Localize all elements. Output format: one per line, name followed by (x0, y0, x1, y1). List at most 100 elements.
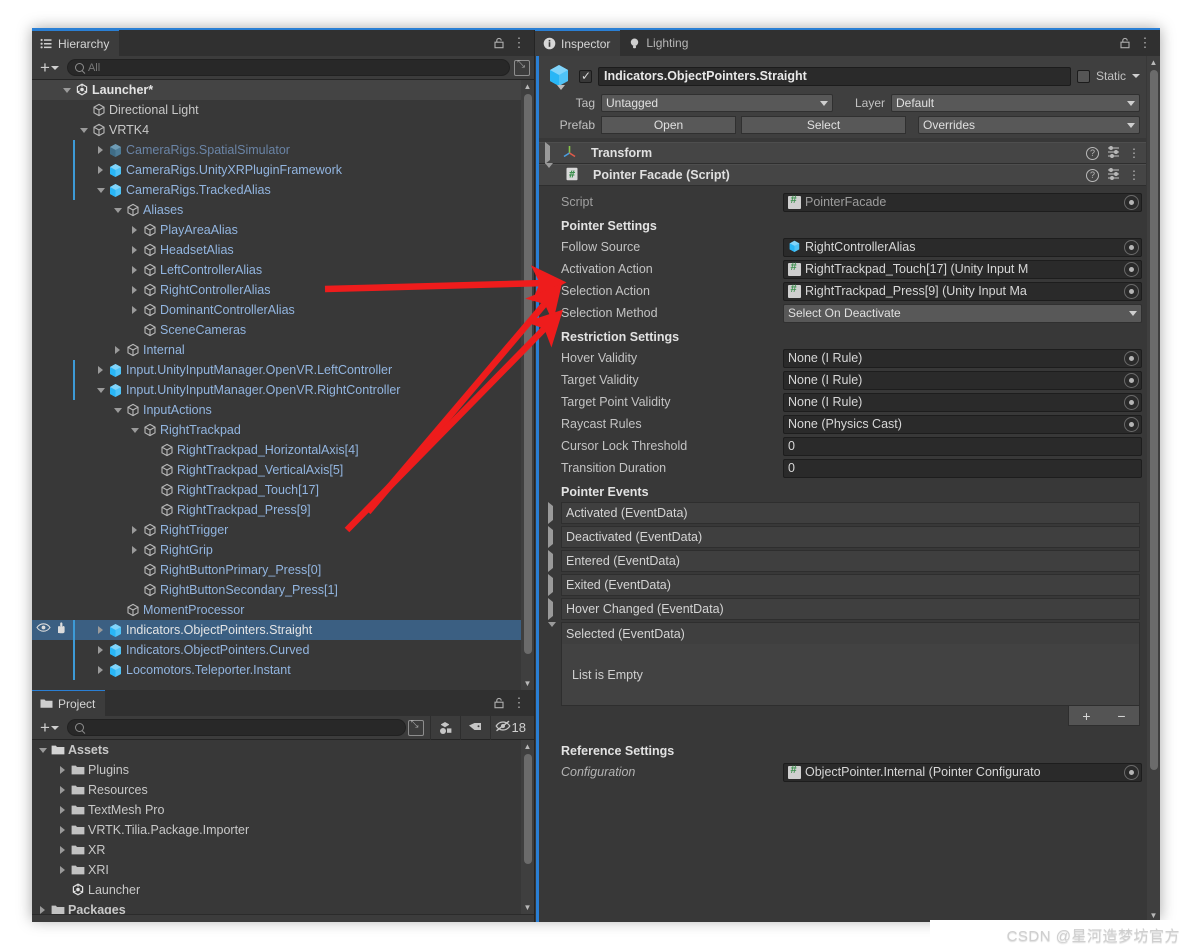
target-point-validity-objectfield[interactable]: None (I Rule) (783, 392, 1142, 412)
hierarchy-item-righttrigger[interactable]: RightTrigger (32, 520, 534, 540)
tree-twisty[interactable] (94, 187, 107, 193)
project-item-xr[interactable]: XR (32, 840, 534, 860)
tree-twisty[interactable] (94, 666, 107, 674)
event-foldout-exited-eventdata[interactable]: Exited (EventData) (548, 574, 1140, 596)
tab-lighting[interactable]: Lighting (620, 30, 698, 56)
hierarchy-item-input-unityinputmanager-openvr-leftcontroller[interactable]: Input.UnityInputManager.OpenVR.LeftContr… (32, 360, 534, 380)
hierarchy-item-vrtk4[interactable]: VRTK4 (32, 120, 534, 140)
target-validity-objectfield[interactable]: None (I Rule) (783, 370, 1142, 390)
panel-menu-icon[interactable]: ⋮ (1136, 34, 1154, 52)
prefab-select-button[interactable]: Select (741, 116, 906, 134)
tree-twisty[interactable] (128, 546, 141, 554)
project-search-input[interactable] (66, 719, 406, 736)
chevron-down-icon[interactable] (557, 85, 565, 90)
tree-twisty[interactable] (94, 166, 107, 174)
tree-twisty[interactable] (128, 246, 141, 254)
search-expand-icon[interactable] (514, 59, 530, 76)
scroll-up-icon[interactable]: ▲ (523, 742, 532, 751)
hierarchy-tree[interactable]: Launcher*⋮ Directional Light VRTK4 CameraRi… (32, 80, 534, 690)
prefab-open-button[interactable]: Open (601, 116, 736, 134)
visibility-toggles[interactable] (36, 622, 67, 637)
gameobject-name-input[interactable]: Indicators.ObjectPointers.Straight (598, 66, 1071, 86)
object-picker-icon[interactable] (1124, 283, 1139, 299)
tree-twisty[interactable] (94, 646, 107, 654)
hierarchy-item-aliases[interactable]: Aliases (32, 200, 534, 220)
hierarchy-item-dominantcontrolleralias[interactable]: DominantControllerAlias (32, 300, 534, 320)
hierarchy-item-camerarigs-unityxrpluginframework[interactable]: CameraRigs.UnityXRPluginFramework› (32, 160, 534, 180)
preset-icon[interactable] (1107, 167, 1120, 183)
tab-hierarchy[interactable]: Hierarchy (32, 30, 120, 56)
scroll-down-icon[interactable]: ▼ (523, 679, 532, 688)
remove-event-button[interactable]: − (1117, 708, 1125, 724)
hierarchy-item-input-unityinputmanager-openvr-rightcontroller[interactable]: Input.UnityInputManager.OpenVR.RightCont… (32, 380, 534, 400)
event-foldout-selected-eventdata[interactable]: Selected (EventData) (548, 621, 1140, 644)
event-foldout-entered-eventdata[interactable]: Entered (EventData) (548, 550, 1140, 572)
hierarchy-scrollbar[interactable]: ▲ ▼ (521, 80, 534, 690)
tree-twisty[interactable] (128, 266, 141, 274)
tree-twisty[interactable] (128, 526, 141, 534)
object-picker-icon[interactable] (1124, 764, 1139, 780)
configuration-objectfield[interactable]: ObjectPointer.Internal (Pointer Configur… (783, 762, 1142, 782)
event-twisty[interactable] (548, 550, 553, 572)
hierarchy-item-rightbuttonsecondary-press-1[interactable]: RightButtonSecondary_Press[1] (32, 580, 534, 600)
create-asset-button[interactable]: + (36, 719, 63, 736)
hierarchy-item-camerarigs-trackedalias[interactable]: CameraRigs.TrackedAlias› (32, 180, 534, 200)
hidden-assets-toggle[interactable]: 18 (489, 715, 530, 740)
activation-action-objectfield[interactable]: RightTrackpad_Touch[17] (Unity Input M (783, 259, 1142, 279)
hierarchy-item-locomotors-teleporter-instant[interactable]: Locomotors.Teleporter.Instant› (32, 660, 534, 680)
project-item-launcher[interactable]: Launcher (32, 880, 534, 900)
hierarchy-item-inputactions[interactable]: InputActions (32, 400, 534, 420)
component-menu-icon[interactable]: ⋮ (1128, 168, 1140, 182)
tree-twisty[interactable] (94, 366, 107, 374)
tree-twisty[interactable] (128, 286, 141, 294)
tree-twisty[interactable] (36, 747, 49, 753)
project-item-vrtk-tilia-package-importer[interactable]: VRTK.Tilia.Package.Importer (32, 820, 534, 840)
hierarchy-item-righttrackpad[interactable]: RightTrackpad (32, 420, 534, 440)
tree-twisty[interactable] (60, 87, 73, 93)
hierarchy-item-leftcontrolleralias[interactable]: LeftControllerAlias (32, 260, 534, 280)
object-picker-icon[interactable] (1124, 350, 1139, 366)
tag-dropdown[interactable]: Untagged (601, 94, 833, 112)
object-picker-icon[interactable] (1124, 416, 1139, 432)
scroll-up-icon[interactable]: ▲ (1149, 58, 1158, 67)
eye-icon[interactable] (36, 622, 51, 637)
create-gameobject-button[interactable]: + (36, 59, 63, 76)
help-icon[interactable]: ? (1086, 146, 1099, 160)
object-picker-icon[interactable] (1124, 239, 1139, 255)
component-header-pointer-facade[interactable]: # Pointer Facade (Script) ? ⋮ (539, 163, 1146, 186)
hierarchy-item-righttrackpad-verticalaxis-5[interactable]: RightTrackpad_VerticalAxis[5] (32, 460, 534, 480)
selection-method-dropdown[interactable]: Select On Deactivate (783, 303, 1142, 323)
tree-twisty[interactable] (56, 826, 69, 834)
event-twisty[interactable] (548, 598, 553, 620)
hierarchy-item-momentprocessor[interactable]: MomentProcessor (32, 600, 534, 620)
selected-event-list[interactable]: List is Empty (561, 644, 1140, 706)
tree-twisty[interactable] (56, 866, 69, 874)
pointer-facade-foldout-icon[interactable] (545, 163, 553, 182)
tree-twisty[interactable] (56, 786, 69, 794)
hierarchy-scroll-thumb[interactable] (524, 94, 532, 654)
tree-twisty[interactable] (56, 846, 69, 854)
selection-action-objectfield[interactable]: RightTrackpad_Press[9] (Unity Input Ma (783, 281, 1142, 301)
tree-twisty[interactable] (77, 127, 90, 133)
panel-menu-icon[interactable]: ⋮ (510, 694, 528, 712)
tree-twisty[interactable] (94, 626, 107, 634)
transition-duration-input[interactable]: 0 (783, 458, 1142, 478)
cursor-lock-threshold-input[interactable]: 0 (783, 436, 1142, 456)
hierarchy-item-indicators-objectpointers-straight[interactable]: Indicators.ObjectPointers.Straight› (32, 620, 534, 640)
project-scroll-thumb[interactable] (524, 754, 532, 864)
gameobject-enabled-checkbox[interactable] (579, 69, 592, 83)
tree-twisty[interactable] (128, 306, 141, 314)
add-event-button[interactable]: + (1082, 708, 1090, 724)
event-twisty[interactable] (548, 502, 553, 524)
tree-twisty[interactable] (94, 146, 107, 154)
object-picker-icon[interactable] (1124, 372, 1139, 388)
scroll-down-icon[interactable]: ▼ (523, 903, 532, 912)
hierarchy-item-rightgrip[interactable]: RightGrip (32, 540, 534, 560)
tree-twisty[interactable] (111, 407, 124, 413)
hierarchy-item-headsetalias[interactable]: HeadsetAlias (32, 240, 534, 260)
event-foldout-hover-changed-eventdata[interactable]: Hover Changed (EventData) (548, 598, 1140, 620)
event-foldout-activated-eventdata[interactable]: Activated (EventData) (548, 502, 1140, 524)
hierarchy-item-righttrackpad-press-9[interactable]: RightTrackpad_Press[9] (32, 500, 534, 520)
static-checkbox[interactable] (1076, 69, 1090, 83)
event-foldout-deactivated-eventdata[interactable]: Deactivated (EventData) (548, 526, 1140, 548)
